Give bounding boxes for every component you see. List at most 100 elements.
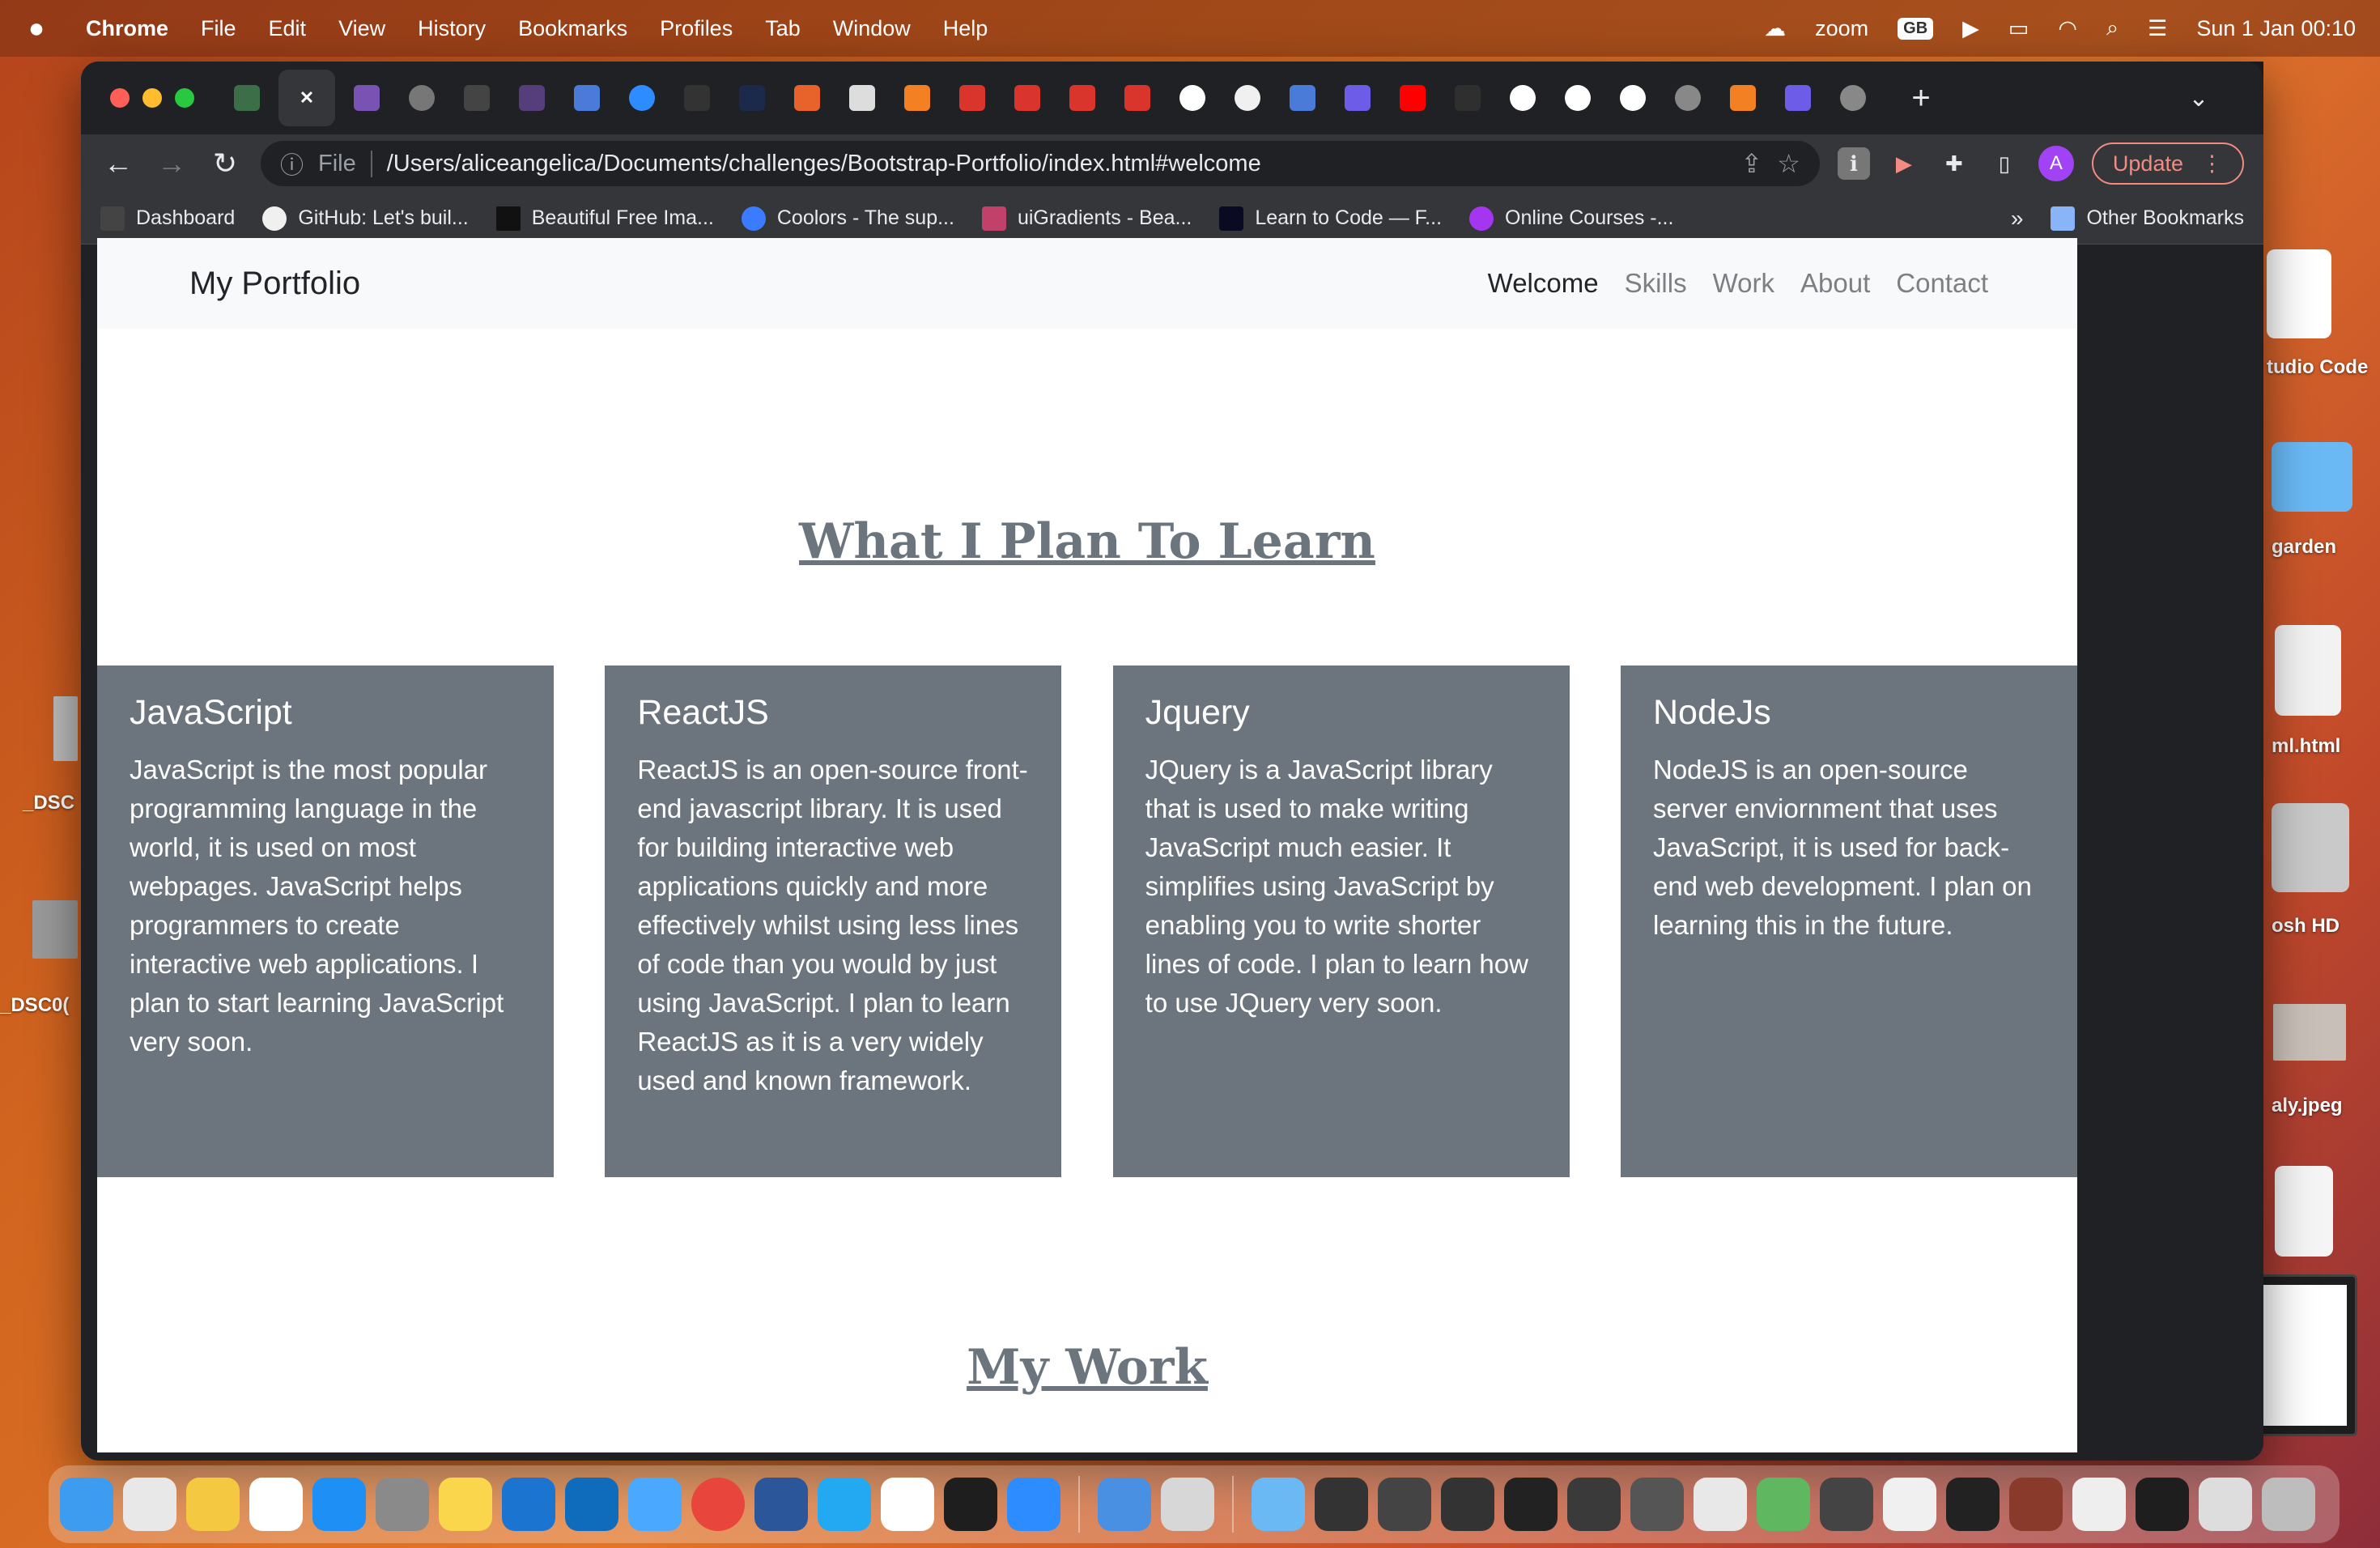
side-panel-icon[interactable]: ▯ — [1988, 147, 2021, 180]
launchpad-icon[interactable] — [123, 1478, 176, 1531]
finder-icon[interactable] — [60, 1478, 113, 1531]
notes-icon[interactable] — [439, 1478, 492, 1531]
menu-edit[interactable]: Edit — [269, 16, 307, 41]
photo-thumbnail-icon-2[interactable] — [32, 900, 78, 959]
cloud-icon[interactable]: ☁ — [1764, 16, 1786, 41]
terminal-icon[interactable] — [944, 1478, 997, 1531]
safari-icon[interactable] — [628, 1478, 682, 1531]
tab-favicon-google-2[interactable] — [1499, 74, 1546, 121]
menu-app-name[interactable]: Chrome — [86, 16, 168, 41]
desktop-label-hd[interactable]: osh HD — [2272, 915, 2340, 938]
document-icon[interactable] — [2275, 1166, 2333, 1257]
tab-favicon-globe-3[interactable] — [1830, 74, 1876, 121]
slack-icon[interactable] — [881, 1478, 934, 1531]
minimized-window-6[interactable] — [1630, 1478, 1684, 1531]
bookmark-star-icon[interactable]: ☆ — [1777, 148, 1800, 179]
tab-search-chevron-down-icon[interactable]: ⌄ — [2166, 84, 2231, 113]
minimized-window-14[interactable] — [2136, 1478, 2189, 1531]
calendar-icon[interactable] — [249, 1478, 303, 1531]
menu-help[interactable]: Help — [943, 16, 988, 41]
profile-avatar[interactable]: A — [2038, 146, 2074, 181]
reload-icon[interactable]: ↻ — [207, 147, 243, 181]
minimized-window-7[interactable] — [1694, 1478, 1747, 1531]
minimized-window-11[interactable] — [1946, 1478, 2000, 1531]
desktop-label-dsc-2[interactable]: _DSC0( — [0, 994, 69, 1017]
onedrive-icon[interactable] — [502, 1478, 555, 1531]
tab-favicon-red-1[interactable] — [949, 74, 996, 121]
new-tab-plus-icon[interactable]: + — [1898, 80, 1944, 117]
tab-favicon-bootstrap[interactable] — [343, 74, 390, 121]
extensions-puzzle-icon[interactable]: ✚ — [1938, 147, 1970, 180]
keyboard-layout-badge[interactable]: GB — [1898, 17, 1934, 40]
image-file-icon[interactable] — [2273, 1004, 2346, 1061]
word-icon[interactable] — [754, 1478, 808, 1531]
menu-view[interactable]: View — [338, 16, 385, 41]
control-center-icon[interactable]: ☰ — [2148, 16, 2167, 41]
minimized-window-3[interactable] — [1441, 1478, 1494, 1531]
photos-icon[interactable] — [186, 1478, 240, 1531]
minimized-window-2[interactable] — [1378, 1478, 1431, 1531]
zoom-status[interactable]: zoom — [1815, 16, 1868, 41]
vscode-icon[interactable] — [818, 1478, 871, 1531]
url-text[interactable]: /Users/aliceangelica/Documents/challenge… — [387, 151, 1727, 177]
nav-link-contact[interactable]: Contact — [1896, 268, 1988, 299]
vscode-app-icon[interactable] — [2267, 249, 2331, 338]
menu-history[interactable]: History — [418, 16, 486, 41]
tab-favicon-bootstrap-2[interactable] — [508, 74, 555, 121]
extension-red-icon[interactable]: ▶ — [1888, 147, 1920, 180]
tab-favicon-globe-2[interactable] — [1664, 74, 1711, 121]
back-arrow-icon[interactable]: ← — [100, 147, 136, 181]
tab-favicon-mdn[interactable] — [729, 74, 776, 121]
nav-link-welcome[interactable]: Welcome — [1488, 268, 1599, 299]
minimized-window-12[interactable] — [2009, 1478, 2063, 1531]
tab-favicon-google-4[interactable] — [1609, 74, 1656, 121]
bookmark-github[interactable]: GitHub: Let's buil... — [262, 206, 469, 231]
tab-favicon-github[interactable] — [1224, 74, 1271, 121]
tab-favicon-stack[interactable] — [894, 74, 941, 121]
battery-icon[interactable]: ▭ — [2008, 16, 2029, 41]
tab-favicon-multi[interactable] — [1334, 74, 1381, 121]
bookmark-coolors[interactable]: Coolors - The sup... — [741, 206, 954, 231]
bookmark-dashboard[interactable]: Dashboard — [100, 206, 235, 231]
minimized-window-4[interactable] — [1504, 1478, 1558, 1531]
menu-window[interactable]: Window — [833, 16, 911, 41]
wifi-icon[interactable]: ◠ — [2058, 16, 2077, 41]
apple-menu-icon[interactable]: ● — [24, 13, 49, 45]
tab-favicon-multi-2[interactable] — [1774, 74, 1821, 121]
minimized-window-8[interactable] — [1757, 1478, 1810, 1531]
app-store-icon[interactable] — [312, 1478, 366, 1531]
tab-favicon-edx[interactable] — [1444, 74, 1491, 121]
tab-favicon[interactable] — [223, 74, 270, 121]
desktop-label-html[interactable]: ml.html — [2272, 735, 2340, 758]
nav-link-about[interactable]: About — [1800, 268, 1870, 299]
address-bar[interactable]: ⓘ File /Users/aliceangelica/Documents/ch… — [261, 141, 1820, 186]
tab-favicon-stack-2[interactable] — [1719, 74, 1766, 121]
system-settings-icon[interactable] — [376, 1478, 429, 1531]
tab-favicon-red-2[interactable] — [1004, 74, 1051, 121]
fullscreen-window-button[interactable] — [175, 88, 194, 108]
clock[interactable]: Sun 1 Jan 00:10 — [2196, 16, 2356, 41]
hard-drive-icon[interactable] — [2272, 803, 2349, 892]
tab-favicon-red-3[interactable] — [1059, 74, 1106, 121]
site-info-icon[interactable]: ⓘ — [280, 147, 304, 181]
minimized-window-1[interactable] — [1315, 1478, 1368, 1531]
chrome-icon[interactable] — [691, 1478, 745, 1531]
menu-bookmarks[interactable]: Bookmarks — [518, 16, 627, 41]
minimize-window-button[interactable] — [142, 88, 162, 108]
bookmark-uigradients[interactable]: uiGradients - Bea... — [981, 206, 1192, 231]
extension-icon[interactable]: ℹ — [1837, 147, 1870, 180]
update-button[interactable]: Update ⋮ — [2091, 142, 2244, 185]
desktop-label-vscode[interactable]: tudio Code — [2267, 356, 2368, 379]
nav-link-work[interactable]: Work — [1713, 268, 1774, 299]
tab-favicon-shield[interactable] — [784, 74, 831, 121]
close-window-button[interactable] — [110, 88, 130, 108]
tab-favicon-m[interactable] — [453, 74, 500, 121]
bookmark-unsplash[interactable]: Beautiful Free Ima... — [495, 206, 714, 231]
forward-arrow-icon[interactable]: → — [154, 147, 189, 181]
menu-file[interactable]: File — [201, 16, 236, 41]
tab-favicon-z[interactable] — [618, 74, 665, 121]
preview-icon[interactable] — [1161, 1478, 1214, 1531]
outlook-icon[interactable] — [565, 1478, 618, 1531]
menu-profiles[interactable]: Profiles — [660, 16, 733, 41]
minimized-window-15[interactable] — [2199, 1478, 2252, 1531]
